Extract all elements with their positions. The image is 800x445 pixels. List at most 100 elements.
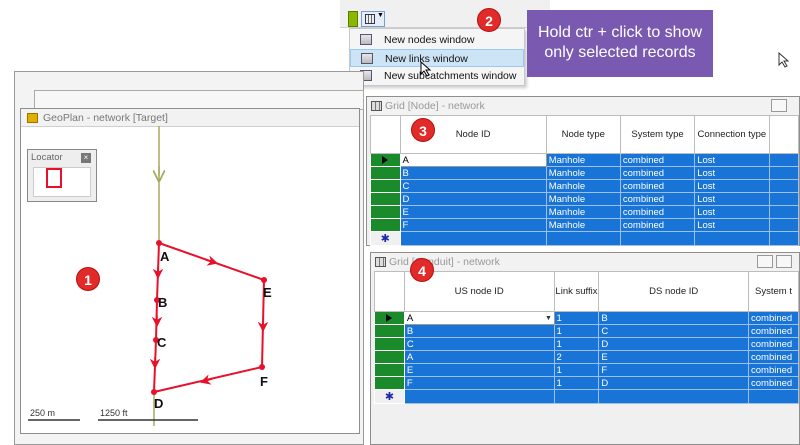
cell-ds-node-id[interactable]: D [598,337,749,351]
cell-us-node-id[interactable]: E [403,363,555,377]
conduit-grid-window[interactable]: Grid [Conduit] - network US node ID Link… [370,252,800,445]
node-grid-window[interactable]: Grid [Node] - network Node ID Node type … [366,96,800,246]
cell-connection-type[interactable]: Lost [694,218,770,232]
cell-system-type[interactable]: combined [748,337,799,351]
cell-system-type[interactable]: combined [619,179,696,193]
locator-map[interactable] [33,167,91,197]
minimize-button[interactable] [757,255,773,268]
cell-us-node-id[interactable]: A ▼ [403,311,555,325]
cell-ds-node-id[interactable]: E [598,350,749,364]
cell-system-type[interactable]: combined [619,153,696,167]
node-a[interactable] [156,240,162,246]
row-selector[interactable] [374,324,405,338]
table-row[interactable]: B 1 C combined [374,324,799,338]
cell-link-suffix[interactable]: 1 [553,363,600,377]
cell-node-type[interactable]: Manhole [545,179,621,193]
new-cell[interactable] [694,231,770,246]
cell-ds-node-id[interactable]: C [598,324,749,338]
column-header-connection-type[interactable]: Connection type [694,115,770,154]
new-cell[interactable] [748,389,799,404]
cell-system-type[interactable]: combined [619,166,696,180]
cell-system-type[interactable]: combined [748,350,799,364]
cell-ds-node-id[interactable]: F [598,363,749,377]
new-cell[interactable] [403,389,555,404]
cell-connection-type[interactable]: Lost [694,166,770,180]
cell-extra[interactable] [768,166,800,180]
table-row[interactable]: D Manhole combined Lost [370,192,800,206]
cell-us-node-id[interactable]: B [403,324,555,338]
cell-node-id[interactable]: E [399,205,547,219]
cell-node-type[interactable]: Manhole [545,166,621,180]
row-selector[interactable] [374,363,405,377]
table-row[interactable]: E 1 F combined [374,363,799,377]
new-row[interactable]: ✱ [374,389,799,404]
cell-system-type[interactable]: combined [748,363,799,377]
node-d[interactable] [151,389,157,395]
cell-node-type[interactable]: Manhole [545,153,621,167]
menu-item-new-links-window[interactable]: New links window [350,49,524,67]
row-selector[interactable] [374,376,405,390]
column-header-system-type[interactable]: System type [619,115,696,154]
column-header-ds-node-id[interactable]: DS node ID [598,271,749,312]
cell-ds-node-id[interactable]: D [598,376,749,390]
cell-extra[interactable] [768,153,800,167]
cell-system-type[interactable]: combined [748,324,799,338]
cell-node-type[interactable]: Manhole [545,218,621,232]
table-row[interactable]: F Manhole combined Lost [370,218,800,232]
new-cell[interactable] [619,231,696,246]
cell-connection-type[interactable]: Lost [694,205,770,219]
new-window-dropdown-button[interactable]: ▼ [361,11,385,27]
locator-panel[interactable]: Locator × [27,149,97,202]
row-selector[interactable] [370,192,401,206]
row-header-corner[interactable] [374,271,405,312]
new-cell[interactable] [399,231,547,246]
node-e[interactable] [261,277,267,283]
cell-node-id[interactable]: F [399,218,547,232]
cell-extra[interactable] [768,205,800,219]
new-row[interactable]: ✱ [370,231,800,246]
cell-extra[interactable] [768,179,800,193]
column-header-node-type[interactable]: Node type [545,115,621,154]
cell-node-id[interactable]: C [399,179,547,193]
table-row[interactable]: A 2 E combined [374,350,799,364]
cell-node-type[interactable]: Manhole [545,205,621,219]
cell-ds-node-id[interactable]: B [598,311,749,325]
node-grid-table[interactable]: Node ID Node type System type Connection… [370,115,800,246]
table-row[interactable]: A ▼ 1 B combined [374,311,799,325]
menu-item-new-subcatchments-window[interactable]: New subcatchments window [350,67,524,85]
table-row[interactable]: C Manhole combined Lost [370,179,800,193]
row-selector[interactable] [374,350,405,364]
row-selector[interactable] [370,179,401,193]
table-row[interactable]: E Manhole combined Lost [370,205,800,219]
row-selector[interactable] [374,337,405,351]
cell-system-type[interactable]: combined [619,192,696,206]
cell-link-suffix[interactable]: 1 [553,337,600,351]
cell-node-id[interactable]: D [399,192,547,206]
row-selector[interactable] [370,205,401,219]
cell-connection-type[interactable]: Lost [694,179,770,193]
cell-link-suffix[interactable]: 1 [553,311,600,325]
row-selector[interactable] [370,166,401,180]
row-selector[interactable] [374,311,405,325]
cell-node-type[interactable]: Manhole [545,192,621,206]
cell-system-type[interactable]: combined [619,218,696,232]
table-row[interactable]: A Manhole combined Lost [370,153,800,167]
cell-system-type[interactable]: combined [619,205,696,219]
column-header-extra[interactable] [768,115,800,154]
row-selector[interactable] [370,218,401,232]
minimize-button[interactable] [771,99,787,112]
new-cell[interactable] [598,389,749,404]
new-cell[interactable] [768,231,800,246]
column-header-system-type[interactable]: System t [748,271,799,312]
close-icon[interactable]: × [81,153,91,163]
cell-us-node-id[interactable]: F [403,376,555,390]
menu-item-new-nodes-window[interactable]: New nodes window [350,31,524,49]
cell-link-suffix[interactable]: 1 [553,324,600,338]
cell-node-id[interactable]: A [399,153,547,167]
link-c-d[interactable] [153,339,157,393]
conduit-grid-table[interactable]: US node ID Link suffix DS node ID System… [374,271,799,404]
node-f[interactable] [259,364,265,370]
toolbar-icon[interactable] [348,11,358,27]
cell-extra[interactable] [768,192,800,206]
chevron-down-icon[interactable]: ▼ [544,313,554,324]
